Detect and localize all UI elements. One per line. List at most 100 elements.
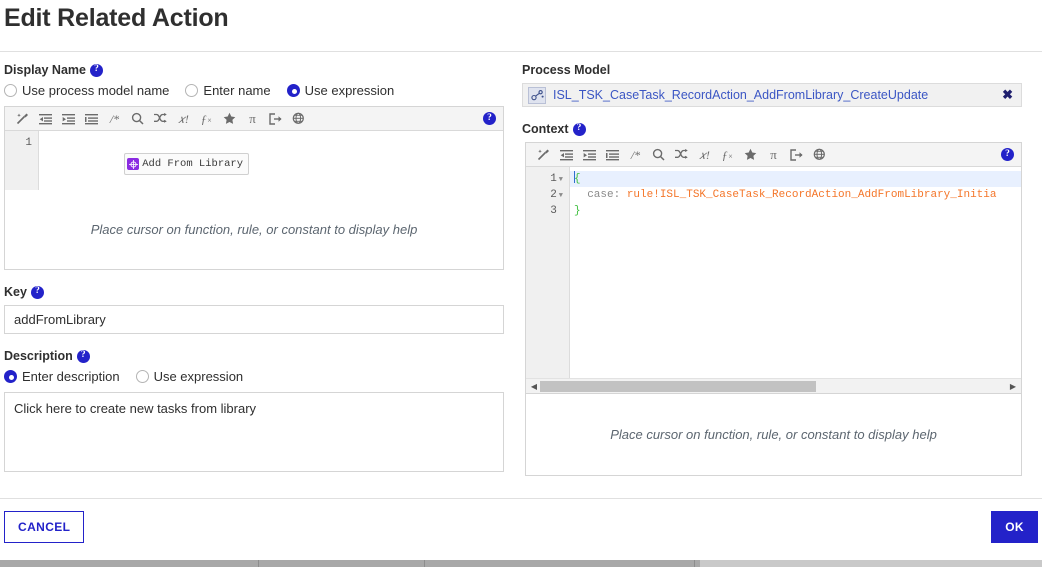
radio-label: Use process model name: [22, 83, 170, 98]
indent-decrease-icon[interactable]: [555, 145, 578, 165]
description-textarea[interactable]: Click here to create new tasks from libr…: [4, 392, 504, 472]
help-icon[interactable]: ?: [1001, 148, 1014, 161]
format-wand-icon[interactable]: [532, 145, 555, 165]
scrollbar-track[interactable]: [540, 380, 1007, 392]
comment-icon[interactable]: /*: [103, 109, 126, 129]
title-divider: [0, 51, 1042, 52]
radio-label: Enter description: [22, 369, 120, 384]
strip-divider: [694, 560, 695, 567]
radio-indicator[interactable]: [286, 84, 300, 97]
export-icon[interactable]: [785, 145, 808, 165]
search-icon[interactable]: [126, 109, 149, 129]
editor-horizontal-scrollbar[interactable]: ◀ ▶: [526, 378, 1021, 393]
pi-icon[interactable]: π: [762, 145, 785, 165]
page-title: Edit Related Action: [4, 4, 229, 32]
description-label-row: Description ?: [4, 348, 504, 364]
line-number: 1 ▼: [550, 173, 563, 185]
help-icon[interactable]: ?: [89, 63, 103, 77]
scroll-left-icon[interactable]: ◀: [528, 382, 540, 391]
align-list-icon[interactable]: [601, 145, 624, 165]
process-model-name[interactable]: ISL_TSK_CaseTask_RecordAction_AddFromLib…: [553, 88, 928, 102]
radio-enter-description[interactable]: Enter description: [4, 369, 120, 384]
editor-code-area[interactable]: Add From Library: [39, 131, 503, 190]
radio-enter-name[interactable]: Enter name: [185, 83, 271, 98]
help-icon[interactable]: ?: [76, 349, 90, 363]
pi-icon[interactable]: π: [241, 109, 264, 129]
export-icon[interactable]: [264, 109, 287, 129]
footer-divider: [0, 498, 1042, 499]
key-input[interactable]: [4, 305, 504, 334]
help-panel-text: Place cursor on function, rule, or const…: [610, 427, 937, 442]
radio-indicator[interactable]: [135, 370, 149, 383]
shuffle-icon[interactable]: [149, 109, 172, 129]
indent-increase-icon[interactable]: [578, 145, 601, 165]
context-expression-editor[interactable]: /* 𝑥! ƒ× π ? 1 ▼ 2 ▼ 3 {case: rule!ISL_…: [525, 142, 1022, 394]
display-name-label-row: Display Name ?: [4, 62, 504, 78]
help-icon[interactable]: ?: [572, 122, 586, 136]
expression-token-label: Add From Library: [142, 158, 244, 170]
indent-decrease-icon[interactable]: [34, 109, 57, 129]
cancel-button[interactable]: CANCEL: [4, 511, 85, 543]
editor-body[interactable]: 1 Add From Library: [5, 131, 503, 190]
radio-use-process-model-name[interactable]: Use process model name: [4, 83, 169, 98]
editor-toolbar: /* 𝑥! ƒ× π ?: [526, 143, 1021, 167]
process-model-label-row: Process Model: [522, 62, 1022, 78]
display-name-label: Display Name: [4, 63, 86, 77]
variable-icon[interactable]: 𝑥!: [172, 109, 195, 129]
globe-link-icon[interactable]: [287, 109, 310, 129]
key-label: Key: [4, 285, 27, 299]
line-number: 1: [25, 137, 32, 149]
radio-label: Use expression: [153, 369, 244, 384]
code-line: case: rule!ISL_TSK_CaseTask_RecordAction…: [570, 187, 1021, 203]
radio-label: Enter name: [203, 83, 271, 98]
description-radio-group: Enter description Use expression: [4, 369, 504, 384]
process-model-icon: [528, 86, 546, 104]
strip-divider: [258, 560, 259, 567]
shuffle-icon[interactable]: [670, 145, 693, 165]
radio-description-use-expression[interactable]: Use expression: [135, 369, 244, 384]
help-icon[interactable]: ?: [483, 112, 496, 125]
favorite-star-icon[interactable]: [739, 145, 762, 165]
align-list-icon[interactable]: [80, 109, 103, 129]
display-name-radio-group: Use process model name Enter name Use ex…: [4, 83, 504, 98]
editor-toolbar: /* 𝑥! ƒ× π ?: [5, 107, 503, 131]
ok-button[interactable]: OK: [991, 511, 1038, 543]
search-icon[interactable]: [647, 145, 670, 165]
left-column: Display Name ? Use process model name En…: [4, 62, 504, 472]
process-model-chip[interactable]: ISL_TSK_CaseTask_RecordAction_AddFromLib…: [522, 83, 1022, 107]
code-token-rule: rule!ISL_TSK_CaseTask_RecordAction_AddFr…: [620, 189, 997, 201]
indent-increase-icon[interactable]: [57, 109, 80, 129]
scroll-right-icon[interactable]: ▶: [1007, 382, 1019, 391]
radio-use-expression[interactable]: Use expression: [286, 83, 394, 98]
context-label: Context: [522, 122, 569, 136]
strip-panel: [700, 560, 1042, 567]
line-number: 3▼: [550, 205, 557, 217]
variable-icon[interactable]: 𝑥!: [693, 145, 716, 165]
description-label: Description: [4, 349, 73, 363]
scrollbar-thumb[interactable]: [540, 380, 816, 392]
radio-indicator[interactable]: [4, 84, 17, 97]
fold-toggle-icon[interactable]: ▼: [559, 192, 563, 200]
function-icon[interactable]: ƒ×: [195, 109, 218, 129]
close-icon[interactable]: ✖: [996, 87, 1013, 103]
help-icon[interactable]: ?: [30, 285, 44, 299]
globe-link-icon[interactable]: [808, 145, 831, 165]
context-label-row: Context ?: [522, 121, 1022, 137]
format-wand-icon[interactable]: [11, 109, 34, 129]
editor-code-area[interactable]: { case: rule!ISL_TSK_CaseTask_RecordActi…: [570, 167, 1021, 378]
editor-gutter: 1▼ 2▼ 3▼: [526, 167, 570, 378]
radio-indicator[interactable]: [185, 84, 199, 97]
editor-body[interactable]: 1▼ 2▼ 3▼ { case: rule!ISL_TSK_CaseTask_R…: [526, 167, 1021, 378]
help-panel-text: Place cursor on function, rule, or const…: [90, 222, 418, 237]
comment-icon[interactable]: /*: [624, 145, 647, 165]
fold-toggle-icon[interactable]: ▼: [559, 176, 563, 184]
function-icon[interactable]: ƒ×: [716, 145, 739, 165]
radio-indicator[interactable]: [4, 370, 17, 383]
strip-divider: [424, 560, 425, 567]
display-name-expression-editor[interactable]: /* 𝑥! ƒ× π ? 1 Add From Library: [4, 106, 504, 190]
code-token-brace: }: [574, 205, 581, 217]
favorite-star-icon[interactable]: [218, 109, 241, 129]
code-token-key: case:: [574, 189, 621, 201]
rule-node-icon: [127, 158, 140, 170]
expression-token-chip[interactable]: Add From Library: [124, 153, 250, 175]
